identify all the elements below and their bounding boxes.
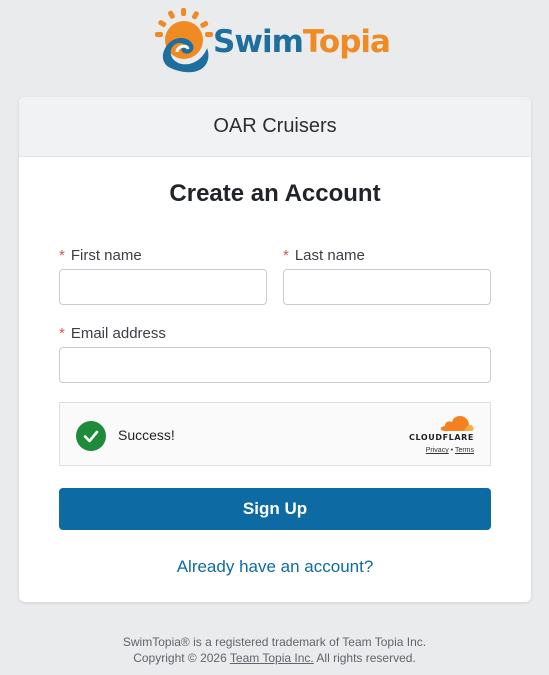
required-marker: * [59, 325, 65, 342]
privacy-link[interactable]: Privacy [426, 447, 449, 454]
success-check-icon [76, 421, 106, 451]
footer: SwimTopia® is a registered trademark of … [0, 634, 549, 666]
swimtopia-wordmark: SwimTopia [213, 24, 391, 60]
captcha-status: Success! [118, 427, 175, 443]
team-topia-link[interactable]: Team Topia Inc. [230, 651, 314, 665]
captcha-links: Privacy • Terms [399, 447, 474, 454]
org-name: OAR Cruisers [19, 97, 531, 157]
link-separator: • [450, 447, 454, 454]
copyright-notice: Copyright © 2026 Team Topia Inc. All rig… [133, 651, 416, 665]
terms-link[interactable]: Terms [455, 447, 474, 454]
signup-card: OAR Cruisers Create an Account * First na… [19, 97, 531, 602]
cloudflare-logo: CLOUDFLARE Privacy • Terms [399, 414, 474, 454]
trademark-notice: SwimTopia® is a registered trademark of … [122, 635, 427, 649]
required-marker: * [59, 247, 65, 264]
swimtopia-logo: SwimTopia [153, 8, 403, 78]
last-name-field[interactable] [283, 269, 491, 305]
sign-up-button[interactable]: Sign Up [59, 488, 491, 530]
first-name-field[interactable] [59, 269, 267, 305]
swimtopia-logo-icon [155, 8, 213, 73]
page-title: Create an Account [169, 180, 381, 207]
captcha-widget[interactable]: Success! CLOUDFLARE Privacy • Terms [59, 402, 491, 466]
cloudflare-wordmark: CLOUDFLARE [409, 433, 474, 442]
email-field[interactable] [59, 347, 491, 383]
login-link[interactable]: Already have an account? [19, 557, 531, 577]
email-label: * Email address [59, 325, 166, 342]
last-name-label: * Last name [283, 247, 365, 264]
required-marker: * [283, 247, 289, 264]
cloud-icon [440, 416, 474, 431]
first-name-label: * First name [59, 247, 142, 264]
